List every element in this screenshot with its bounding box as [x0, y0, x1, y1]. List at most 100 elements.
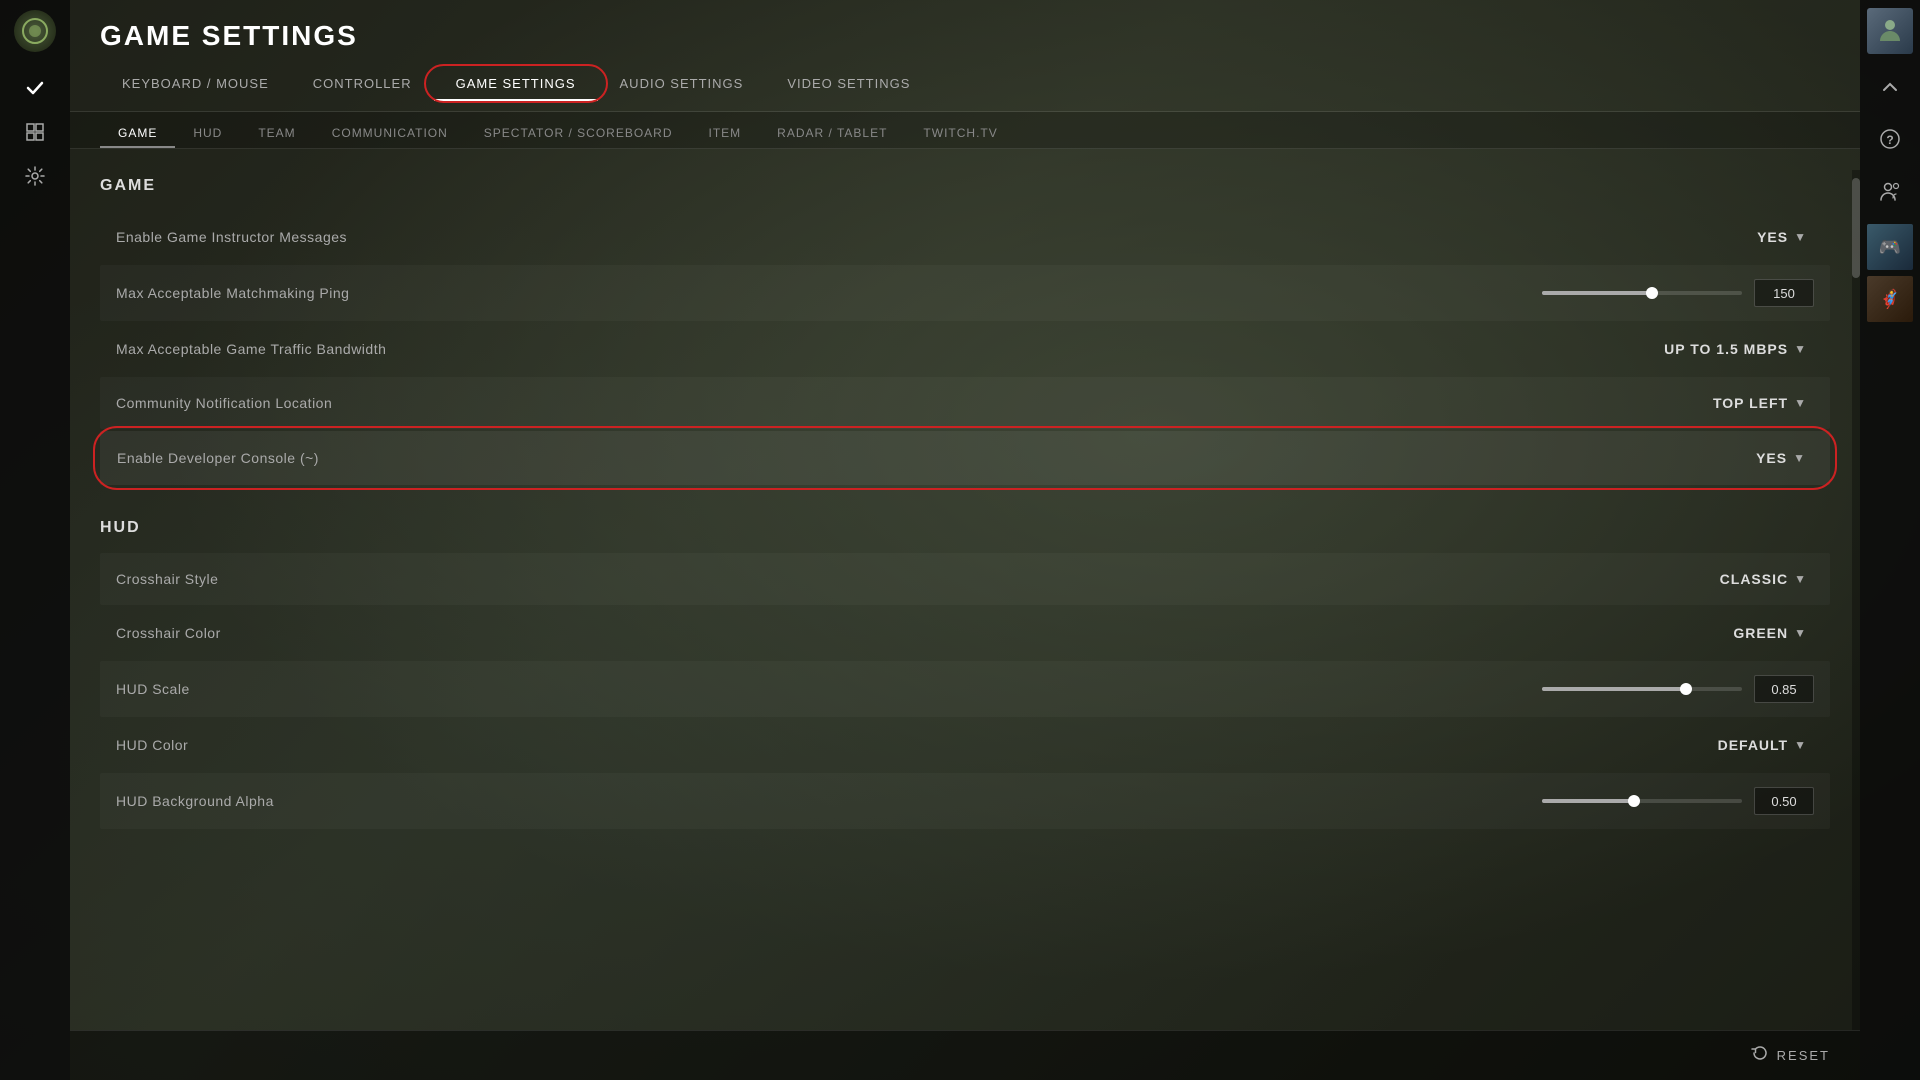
crosshair-style-dropdown[interactable]: CLASSIC ▼: [1712, 567, 1814, 591]
setting-ping-label: Max Acceptable Matchmaking Ping: [116, 285, 1542, 301]
hudcolor-arrow-icon: ▼: [1794, 738, 1806, 752]
hudscale-slider-fill: [1542, 687, 1686, 691]
hudscale-slider-thumb[interactable]: [1680, 683, 1692, 695]
hudscale-slider[interactable]: [1542, 687, 1742, 691]
setting-crosshair-style: Crosshair Style CLASSIC ▼: [100, 553, 1830, 605]
subnav-communication[interactable]: Communication: [314, 120, 466, 148]
setting-instructor-control[interactable]: YES ▼: [1714, 225, 1814, 249]
chevron-up-icon[interactable]: [1867, 64, 1913, 110]
header: GAME SETTINGS Keyboard / Mouse Controlle…: [70, 0, 1860, 112]
reset-button[interactable]: RESET: [1751, 1044, 1830, 1067]
tab-controller[interactable]: Controller: [291, 68, 434, 101]
instructor-dropdown[interactable]: YES ▼: [1714, 225, 1814, 249]
subnav-hud[interactable]: Hud: [175, 120, 240, 148]
avatar-small-1[interactable]: 🎮: [1867, 224, 1913, 270]
scrollbar-thumb[interactable]: [1852, 178, 1860, 278]
crosshair-color-dropdown[interactable]: GREEN ▼: [1714, 621, 1814, 645]
top-nav: Keyboard / Mouse Controller Game Setting…: [100, 68, 1830, 101]
setting-ping: Max Acceptable Matchmaking Ping 150: [100, 265, 1830, 321]
ping-slider-thumb[interactable]: [1646, 287, 1658, 299]
avatar-small-2[interactable]: 🦸: [1867, 276, 1913, 322]
notif-dropdown[interactable]: TOP LEFT ▼: [1705, 391, 1814, 415]
setting-crosshair-style-control[interactable]: CLASSIC ▼: [1712, 567, 1814, 591]
ping-value: 150: [1754, 279, 1814, 307]
hudcolor-value: DEFAULT: [1718, 737, 1789, 753]
bandwidth-value: UP TO 1.5 MBPS: [1664, 341, 1788, 357]
help-icon[interactable]: ?: [1867, 116, 1913, 162]
hudalpha-slider-thumb[interactable]: [1628, 795, 1640, 807]
svg-text:?: ?: [1886, 133, 1893, 147]
subnav-spectator[interactable]: Spectator / Scoreboard: [466, 120, 691, 148]
bandwidth-arrow-icon: ▼: [1794, 342, 1806, 356]
tab-game-settings[interactable]: Game Settings: [434, 68, 598, 101]
setting-hudcolor-label: HUD Color: [116, 737, 1710, 753]
setting-bandwidth-control[interactable]: UP TO 1.5 MBPS ▼: [1656, 337, 1814, 361]
ping-slider[interactable]: [1542, 291, 1742, 295]
setting-bandwidth-label: Max Acceptable Game Traffic Bandwidth: [116, 341, 1656, 357]
tab-keyboard-mouse[interactable]: Keyboard / Mouse: [100, 68, 291, 101]
reset-icon: [1751, 1044, 1769, 1067]
subnav-item[interactable]: Item: [691, 120, 760, 148]
notif-arrow-icon: ▼: [1794, 396, 1806, 410]
section-spacer: [100, 487, 1830, 511]
right-sidebar: ? 🎮 🦸: [1860, 0, 1920, 1080]
crosshair-style-arrow-icon: ▼: [1794, 572, 1806, 586]
devconsole-dropdown[interactable]: YES ▼: [1713, 446, 1813, 470]
sub-nav: Game Hud Team Communication Spectator / …: [70, 112, 1860, 149]
setting-hudscale-control[interactable]: 0.85: [1542, 675, 1814, 703]
setting-crosshair-color: Crosshair Color GREEN ▼: [100, 607, 1830, 659]
setting-devconsole-label: Enable Developer Console (~): [117, 450, 1713, 466]
friends-icon[interactable]: [1867, 168, 1913, 214]
player-avatar[interactable]: [1867, 8, 1913, 54]
subnav-team[interactable]: Team: [240, 120, 313, 148]
instructor-value: YES: [1757, 229, 1788, 245]
hudcolor-dropdown[interactable]: DEFAULT ▼: [1710, 733, 1814, 757]
hudalpha-slider-fill: [1542, 799, 1634, 803]
reset-label: RESET: [1777, 1048, 1830, 1063]
subnav-game[interactable]: Game: [100, 120, 175, 148]
setting-notification-location: Community Notification Location TOP LEFT…: [100, 377, 1830, 429]
setting-notif-control[interactable]: TOP LEFT ▼: [1705, 391, 1814, 415]
scrollbar-track[interactable]: [1852, 170, 1860, 1030]
hudscale-value: 0.85: [1754, 675, 1814, 703]
setting-hudscale-label: HUD Scale: [116, 681, 1542, 697]
setting-instructor-messages: Enable Game Instructor Messages YES ▼: [100, 211, 1830, 263]
setting-instructor-label: Enable Game Instructor Messages: [116, 229, 1714, 245]
setting-hudcolor-control[interactable]: DEFAULT ▼: [1710, 733, 1814, 757]
setting-crosshair-color-label: Crosshair Color: [116, 625, 1714, 641]
tab-audio-settings[interactable]: Audio Settings: [598, 68, 766, 101]
setting-bandwidth: Max Acceptable Game Traffic Bandwidth UP…: [100, 323, 1830, 375]
setting-ping-control[interactable]: 150: [1542, 279, 1814, 307]
hudalpha-slider[interactable]: [1542, 799, 1742, 803]
setting-hud-alpha: HUD Background Alpha 0.50: [100, 773, 1830, 829]
logo: [14, 10, 56, 52]
setting-developer-console: Enable Developer Console (~) YES ▼: [100, 431, 1830, 485]
main-content: GAME SETTINGS Keyboard / Mouse Controlle…: [70, 0, 1860, 1080]
setting-devconsole-control[interactable]: YES ▼: [1713, 446, 1813, 470]
instructor-arrow-icon: ▼: [1794, 230, 1806, 244]
crosshair-color-arrow-icon: ▼: [1794, 626, 1806, 640]
tab-video-settings[interactable]: Video Settings: [765, 68, 932, 101]
notif-value: TOP LEFT: [1713, 395, 1788, 411]
settings-content: Game Enable Game Instructor Messages YES…: [70, 149, 1860, 1080]
sidebar-checkmark-icon[interactable]: [17, 70, 53, 106]
setting-notif-label: Community Notification Location: [116, 395, 1705, 411]
sidebar-inventory-icon[interactable]: [17, 114, 53, 150]
setting-hud-color: HUD Color DEFAULT ▼: [100, 719, 1830, 771]
section-hud-header: Hud: [100, 519, 1830, 537]
sidebar-settings-icon[interactable]: [17, 158, 53, 194]
section-game-header: Game: [100, 177, 1830, 195]
subnav-twitch[interactable]: Twitch.tv: [905, 120, 1015, 148]
setting-crosshair-color-control[interactable]: GREEN ▼: [1714, 621, 1814, 645]
setting-hudalpha-label: HUD Background Alpha: [116, 793, 1542, 809]
setting-crosshair-style-label: Crosshair Style: [116, 571, 1712, 587]
bandwidth-dropdown[interactable]: UP TO 1.5 MBPS ▼: [1656, 337, 1814, 361]
devconsole-value: YES: [1756, 450, 1787, 466]
subnav-radar[interactable]: Radar / Tablet: [759, 120, 905, 148]
page-title: GAME SETTINGS: [100, 20, 1830, 52]
crosshair-color-value: GREEN: [1733, 625, 1788, 641]
devconsole-arrow-icon: ▼: [1793, 451, 1805, 465]
bottom-bar: RESET: [70, 1030, 1860, 1080]
ping-slider-fill: [1542, 291, 1652, 295]
setting-hudalpha-control[interactable]: 0.50: [1542, 787, 1814, 815]
